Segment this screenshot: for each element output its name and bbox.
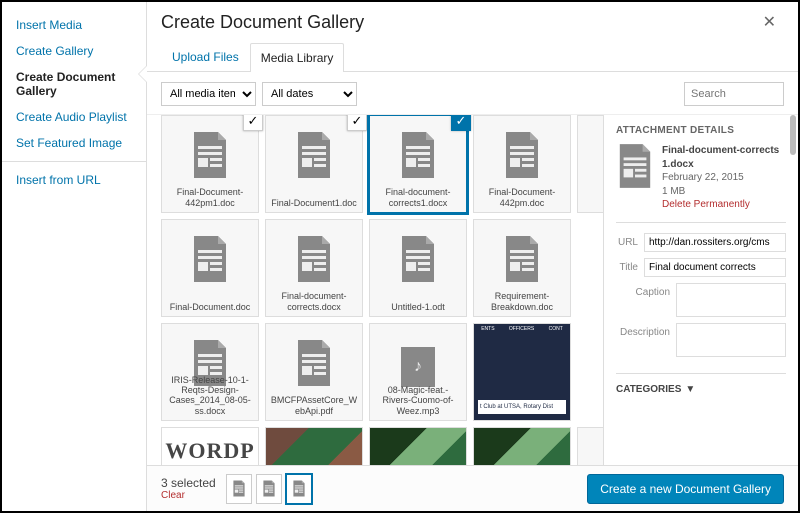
- attachment-thumb[interactable]: WORDP✓: [161, 427, 259, 465]
- document-icon: [262, 480, 276, 497]
- thumb-filename: Untitled-1.odt: [374, 302, 462, 312]
- nav-create-gallery[interactable]: Create Gallery: [2, 38, 146, 64]
- caption-field[interactable]: [676, 283, 786, 317]
- description-label: Description: [616, 323, 670, 338]
- attachment-thumb[interactable]: Final-Document-442pm.doc✓: [473, 115, 571, 213]
- attachment-thumb[interactable]: Final-document-corrects.docx✓: [265, 219, 363, 317]
- attachment-thumb[interactable]: ✓: [265, 427, 363, 465]
- close-icon[interactable]: ✕: [755, 8, 784, 36]
- check-icon[interactable]: ✓: [451, 115, 471, 131]
- details-thumbnail-icon: [616, 144, 654, 188]
- media-modal: Insert Media Create Gallery Create Docum…: [2, 2, 798, 511]
- image-thumb: [474, 428, 570, 465]
- attachment-thumb[interactable]: Untitled-1.odt✓: [369, 219, 467, 317]
- nav-create-document-gallery[interactable]: Create Document Gallery: [2, 64, 146, 104]
- wordpress-logo: WORDP: [165, 438, 254, 464]
- title-label: Title: [616, 258, 638, 273]
- attachment-thumb[interactable]: BMCFPAssetCore_WebApi.pdf✓: [265, 323, 363, 421]
- check-icon[interactable]: ✓: [347, 115, 367, 131]
- attachments-grid[interactable]: Final-Document-442pm1.doc✓Final-Document…: [147, 115, 603, 465]
- nav-separator: [2, 161, 146, 162]
- attachment-thumb[interactable]: ✓: [473, 427, 571, 465]
- nav-insert-from-url[interactable]: Insert from URL: [2, 167, 146, 193]
- details-size: 1 MB: [662, 185, 786, 199]
- page-title: Create Document Gallery: [161, 12, 755, 33]
- audio-icon: [401, 347, 435, 387]
- attachment-thumb[interactable]: ✓: [369, 427, 467, 465]
- description-field[interactable]: [676, 323, 786, 357]
- media-frame-menu: Insert Media Create Gallery Create Docum…: [2, 2, 147, 511]
- attachment-thumb[interactable]: Final-Document1.doc✓: [265, 115, 363, 213]
- document-icon: [398, 236, 438, 287]
- document-icon: [502, 132, 542, 183]
- attachment-thumb[interactable]: ENTSOFFICERSCONTt Club at UTSA, Rotary D…: [473, 323, 571, 421]
- thumb-filename: IRIS-Release-10-1-Reqts-Design-Cases_201…: [166, 375, 254, 416]
- thumb-filename: Final-Document-442pm1.doc: [166, 187, 254, 208]
- thumb-filename: Final-document-corrects.docx: [270, 291, 358, 312]
- tab-media-library[interactable]: Media Library: [250, 43, 345, 72]
- chevron-down-icon: ▼: [685, 384, 695, 395]
- document-icon: [294, 236, 334, 287]
- document-icon: [190, 132, 230, 183]
- attachment-thumb[interactable]: Final-document-corrects1.docx✓: [369, 115, 467, 213]
- document-icon: [294, 132, 334, 183]
- attachment-thumb[interactable]: Final-Document.doc✓: [161, 219, 259, 317]
- url-label: URL: [616, 233, 638, 248]
- attachment-thumb[interactable]: ✓: [577, 115, 603, 213]
- details-date: February 22, 2015: [662, 171, 786, 185]
- media-toolbar: 3 selected Clear Create a new Document G…: [147, 465, 798, 511]
- attachment-thumb[interactable]: IRIS-Release-10-1-Reqts-Design-Cases_201…: [161, 323, 259, 421]
- thumb-filename: Requirement-Breakdown.doc: [478, 291, 566, 312]
- image-thumb: [266, 428, 362, 465]
- create-document-gallery-button[interactable]: Create a new Document Gallery: [587, 474, 784, 504]
- thumb-filename: 08-Magic-feat.-Rivers-Cuomo-of-Weez.mp3: [374, 385, 462, 416]
- document-icon: [294, 340, 334, 391]
- filter-media-type[interactable]: All media items: [161, 82, 256, 106]
- filter-date[interactable]: All dates: [262, 82, 357, 106]
- check-icon[interactable]: ✓: [243, 115, 263, 131]
- thumb-filename: Final-Document1.doc: [270, 198, 358, 208]
- attachments-toolbar: All media items All dates: [147, 72, 798, 114]
- selection-thumb[interactable]: [256, 474, 282, 504]
- document-icon: [232, 480, 246, 497]
- thumb-filename: Final-Document-442pm.doc: [478, 187, 566, 208]
- title-field[interactable]: [644, 258, 786, 277]
- details-scrollbar[interactable]: [790, 115, 796, 155]
- delete-permanently-link[interactable]: Delete Permanently: [662, 198, 786, 212]
- url-field[interactable]: [644, 233, 786, 252]
- thumb-filename: BMCFPAssetCore_WebApi.pdf: [270, 395, 358, 416]
- nav-create-audio-playlist[interactable]: Create Audio Playlist: [2, 104, 146, 130]
- attachment-thumb[interactable]: Final-Document-442pm1.doc✓: [161, 115, 259, 213]
- image-thumb: ENTSOFFICERSCONTt Club at UTSA, Rotary D…: [474, 324, 570, 420]
- attachment-thumb[interactable]: 08-Magic-feat.-Rivers-Cuomo-of-Weez.mp3✓: [369, 323, 467, 421]
- attachment-thumb[interactable]: <>✓: [577, 427, 603, 465]
- document-icon: [502, 236, 542, 287]
- media-tabs: Upload Files Media Library: [147, 42, 798, 72]
- nav-insert-media[interactable]: Insert Media: [2, 12, 146, 38]
- search-input[interactable]: [684, 82, 784, 106]
- selection-thumb[interactable]: [226, 474, 252, 504]
- document-icon: [398, 132, 438, 183]
- selection-thumb[interactable]: [286, 474, 312, 504]
- tab-upload-files[interactable]: Upload Files: [161, 42, 250, 71]
- document-icon: [292, 480, 306, 497]
- image-thumb: [370, 428, 466, 465]
- selection-count: 3 selected: [161, 476, 216, 490]
- document-icon: [190, 236, 230, 287]
- attachment-thumb[interactable]: Requirement-Breakdown.doc✓: [473, 219, 571, 317]
- thumb-filename: Final-Document.doc: [166, 302, 254, 312]
- details-heading: ATTACHMENT DETAILS: [616, 125, 786, 136]
- nav-set-featured-image[interactable]: Set Featured Image: [2, 130, 146, 156]
- selection-thumbnails: [226, 474, 312, 504]
- clear-selection-link[interactable]: Clear: [161, 490, 216, 501]
- attachment-details: ATTACHMENT DETAILS Final-document-correc…: [603, 115, 798, 465]
- categories-toggle[interactable]: CATEGORIES▼: [616, 373, 786, 395]
- caption-label: Caption: [616, 283, 670, 298]
- details-filename: Final-document-corrects1.docx: [662, 144, 786, 171]
- thumb-filename: Final-document-corrects1.docx: [374, 187, 462, 208]
